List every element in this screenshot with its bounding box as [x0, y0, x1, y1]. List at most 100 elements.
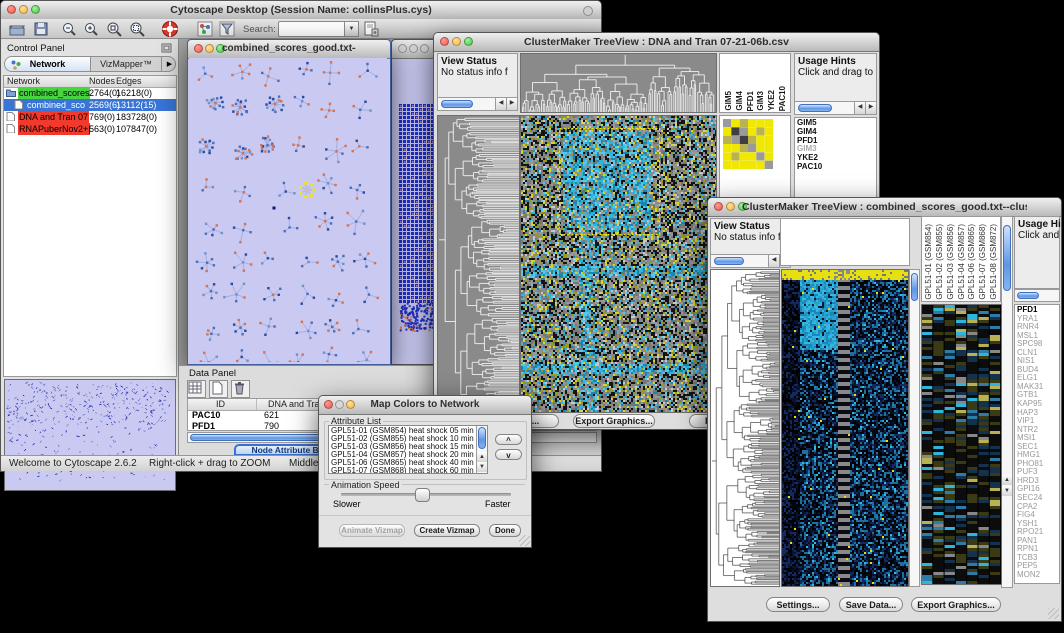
create-vizmap-button[interactable]: Create Vizmap — [414, 524, 480, 537]
minimize-button[interactable] — [452, 37, 461, 46]
zoom-in-icon[interactable] — [83, 21, 99, 37]
minimize-button[interactable] — [335, 400, 344, 409]
toolbar-pill-button[interactable] — [583, 6, 593, 16]
search-label: Search: — [243, 24, 276, 35]
save-data-button[interactable]: Save Data... — [839, 597, 903, 612]
zoom-selected-icon[interactable] — [105, 21, 123, 37]
table-mode-button[interactable] — [187, 380, 206, 398]
scrollbar-thumb[interactable] — [911, 273, 918, 301]
settings-button[interactable]: Settings... — [766, 597, 830, 612]
scrollbar-thumb[interactable] — [714, 257, 744, 265]
status-hint-middle: Middle- — [289, 456, 322, 471]
summary-heatmap[interactable] — [723, 119, 773, 169]
resize-handle[interactable] — [519, 535, 530, 546]
export-graphics-button[interactable]: Export Graphics... — [911, 597, 1001, 612]
file-icon — [6, 112, 16, 121]
tab-vizmapper[interactable]: VizMapper™ — [91, 57, 161, 72]
view-status-scrollbar[interactable]: ◀ ▶ — [437, 97, 518, 111]
col-network[interactable]: Network — [7, 76, 40, 87]
view-status-panel: View Status No status info f ◀ ▶ — [710, 218, 791, 268]
minimize-button[interactable] — [205, 44, 214, 53]
zoom-out-icon[interactable] — [61, 21, 77, 37]
col-nodes[interactable]: Nodes — [89, 76, 115, 87]
scroll-left-icon[interactable]: ◀ — [854, 102, 865, 114]
scroll-right-icon[interactable]: ▶ — [506, 98, 517, 110]
search-input[interactable] — [278, 21, 346, 37]
export-graphics-button[interactable]: Export Graphics... — [573, 414, 655, 428]
scroll-right-icon[interactable]: ▶ — [865, 102, 876, 114]
network-row[interactable]: DNA and Tran 07 769(0) 183728(0) — [4, 111, 176, 123]
birdseye-overview[interactable] — [4, 379, 176, 491]
view-status-scrollbar[interactable]: ◀ ▶ — [710, 254, 791, 268]
usage-hints-scrollbar[interactable]: ◀ ▶ — [794, 101, 877, 115]
new-attribute-button[interactable] — [209, 380, 228, 398]
network-name: DNA and Tran 07 — [18, 111, 89, 123]
file-icon — [14, 100, 24, 109]
float-panel-icon[interactable] — [161, 43, 172, 53]
scrollbar-thumb[interactable] — [798, 104, 832, 112]
tv1-column-labels: GIM5GIM4PFD1GIM3YKE2PAC10 — [724, 56, 789, 111]
heatmap-vscrollbar[interactable] — [909, 269, 920, 587]
gene-label[interactable]: MON2 — [1017, 571, 1059, 580]
heatmap-main[interactable] — [520, 115, 717, 413]
scrollbar-thumb[interactable] — [478, 427, 486, 449]
animate-vizmap-button[interactable]: Animate Vizmap — [339, 524, 405, 537]
delete-attribute-button[interactable] — [231, 380, 250, 398]
scrollbar-thumb[interactable] — [1003, 225, 1011, 291]
filter-funnel-icon[interactable] — [219, 21, 235, 37]
main-title-bar[interactable]: Cytoscape Desktop (Session Name: collins… — [1, 1, 601, 20]
tab-network[interactable]: Network — [5, 57, 91, 72]
window-title: Cytoscape Desktop (Session Name: collins… — [35, 4, 567, 16]
close-button[interactable] — [398, 44, 407, 53]
usage-hints-scrollbar[interactable] — [1014, 289, 1060, 302]
scrollbar-thumb[interactable] — [441, 100, 473, 108]
col-edges[interactable]: Edges — [116, 76, 142, 87]
help-lifering-icon[interactable] — [161, 20, 179, 38]
labels-vscrollbar[interactable]: ▲ ▼ — [1001, 216, 1013, 588]
network-row-selected[interactable]: combined_sco 2569(6) 13112(15) — [4, 99, 176, 111]
minimize-button[interactable] — [19, 5, 28, 14]
close-button[interactable] — [7, 5, 16, 14]
close-button[interactable] — [714, 202, 723, 211]
attribute-listbox[interactable]: GPL51-01 (GSM854) heat shock 05 minGPL51… — [328, 425, 488, 474]
heatmap-zoom[interactable] — [921, 304, 1002, 585]
attribute-list-item[interactable]: GPL51-07 (GSM868) heat shock 60 min — [331, 467, 475, 474]
close-button[interactable] — [324, 400, 333, 409]
zoom-fit-icon[interactable] — [128, 21, 146, 37]
col-id[interactable]: ID — [216, 399, 225, 409]
heatmap-global[interactable] — [781, 269, 909, 587]
open-folder-icon[interactable] — [9, 21, 25, 37]
save-icon[interactable] — [33, 21, 49, 37]
close-button[interactable] — [194, 44, 203, 53]
zoom-button[interactable] — [420, 44, 429, 53]
minimize-button[interactable] — [409, 44, 418, 53]
dense-network-grid[interactable] — [397, 102, 437, 332]
column-dendrogram-area[interactable] — [780, 218, 910, 266]
column-label: GIM5 — [724, 91, 735, 111]
minimize-button[interactable] — [726, 202, 735, 211]
network-row[interactable]: combined_scores 2764(0) 16218(0) — [4, 87, 176, 99]
network-window-title: combined_scores_good.txt--cluste... — [222, 43, 356, 54]
network-row[interactable]: RNAPuberNov2+| 563(0) 107847(0) — [4, 123, 176, 135]
move-down-button[interactable]: v — [495, 449, 522, 460]
gene-label[interactable]: PAC10 — [797, 163, 876, 172]
move-up-button[interactable]: ^ — [495, 434, 522, 445]
treeview-combined-title: ClusterMaker TreeView : combined_scores_… — [742, 201, 1027, 213]
resize-handle[interactable] — [1048, 608, 1059, 619]
row-dendrogram[interactable] — [437, 115, 520, 413]
close-button[interactable] — [440, 37, 449, 46]
row-dendrogram[interactable] — [710, 269, 780, 587]
network-canvas[interactable] — [189, 58, 387, 362]
column-dendrogram[interactable] — [520, 53, 717, 113]
annotation-icon[interactable] — [363, 20, 380, 38]
scroll-left-icon[interactable]: ◀ — [495, 98, 506, 110]
scroll-left-icon[interactable]: ◀ — [768, 255, 779, 267]
search-dropdown-button[interactable]: ▼ — [344, 21, 359, 37]
done-button[interactable]: Done — [489, 524, 521, 537]
scrollbar-thumb[interactable] — [1017, 292, 1039, 299]
vizmapper-icon[interactable] — [197, 21, 213, 37]
speed-slider-thumb[interactable] — [415, 488, 430, 502]
tab-overflow-button[interactable]: ▶ — [161, 57, 176, 72]
attribute-list-vscrollbar[interactable]: ▲ ▼ — [476, 426, 487, 473]
column-label: GPL51-01 (GSM854) — [924, 224, 935, 300]
